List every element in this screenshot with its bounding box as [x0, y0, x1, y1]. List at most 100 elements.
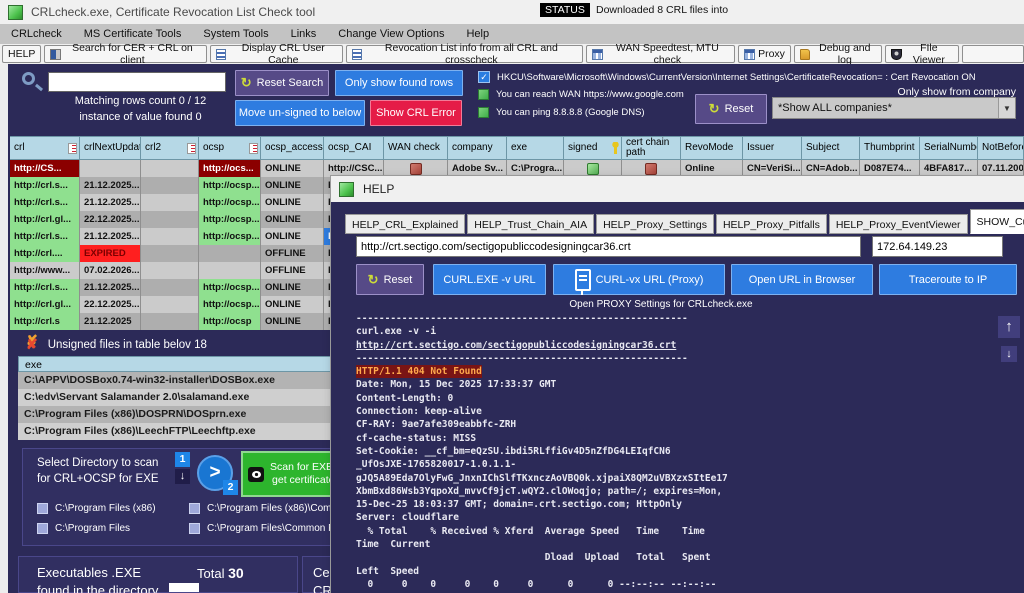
table-cell[interactable]: ONLINE	[261, 211, 324, 228]
table-cell[interactable]: D087E74...	[860, 160, 920, 177]
table-cell[interactable]	[141, 228, 199, 245]
curl-output-terminal[interactable]: ----------------------------------------…	[356, 312, 986, 593]
column-header[interactable]: Subject	[802, 136, 860, 160]
table-cell[interactable]: http://ocsp....	[199, 279, 261, 296]
table-cell[interactable]: OFFLINE	[261, 262, 324, 279]
column-header[interactable]: company	[448, 136, 507, 160]
column-header[interactable]: NotBefore	[978, 136, 1024, 160]
column-header[interactable]: ocsp_access	[261, 136, 324, 160]
table-cell[interactable]	[141, 279, 199, 296]
table-cell[interactable]: ONLINE	[261, 177, 324, 194]
column-header[interactable]: SerialNumbe	[920, 136, 978, 160]
table-cell[interactable]: http://www...	[10, 262, 80, 279]
table-cell[interactable]: http://CSC...	[324, 160, 384, 177]
table-cell[interactable]	[141, 211, 199, 228]
help-tab[interactable]: HELP_CRL_Explained	[345, 214, 465, 234]
table-cell[interactable]: http://crl.gl...	[10, 296, 80, 313]
menu-item[interactable]: Help	[455, 24, 500, 44]
table-cell[interactable]: http://crl....	[10, 245, 80, 262]
help-tab[interactable]: HELP_Trust_Chain_AIA	[467, 214, 594, 234]
menu-item[interactable]: Change View Options	[327, 24, 455, 44]
table-cell[interactable]: http://crl.s...	[10, 279, 80, 296]
table-cell[interactable]: ONLINE	[261, 296, 324, 313]
table-cell[interactable]: 21.12.2025...	[80, 228, 141, 245]
table-cell[interactable]: ONLINE	[261, 160, 324, 177]
table-cell[interactable]	[141, 245, 199, 262]
column-header[interactable]: crl2	[141, 136, 199, 160]
table-cell[interactable]: http://crl.s...	[10, 228, 80, 245]
table-cell[interactable]: http://crl.s	[10, 313, 80, 330]
table-cell[interactable]	[384, 160, 448, 177]
ip-input[interactable]	[872, 236, 1003, 257]
column-header[interactable]: ocsp_CAI	[324, 136, 384, 160]
table-row[interactable]: http://CS... http://ocs...ONLINEhttp://CS…	[10, 160, 1024, 177]
table-cell[interactable]: 07.11.2007	[978, 160, 1024, 177]
toolbar-button[interactable]: Revocation List info from all CRL and cr…	[346, 45, 583, 63]
menu-item[interactable]: MS Certificate Tools	[73, 24, 193, 44]
filter-icon[interactable]	[612, 142, 619, 154]
toolbar-button[interactable]	[962, 45, 1024, 63]
table-cell[interactable]	[141, 177, 199, 194]
table-cell[interactable]: C:\Progra...	[507, 160, 564, 177]
help-title-bar[interactable]: HELP	[331, 176, 1024, 202]
table-cell[interactable]	[199, 262, 261, 279]
table-cell[interactable]	[80, 160, 141, 177]
table-cell[interactable]: http://ocs...	[199, 160, 261, 177]
table-cell[interactable]	[141, 262, 199, 279]
table-cell[interactable]: 22.12.2025...	[80, 296, 141, 313]
table-cell[interactable]: ONLINE	[261, 194, 324, 211]
help-reset-button[interactable]: ↻ Reset	[356, 264, 424, 295]
table-cell[interactable]: http://crl.s...	[10, 177, 80, 194]
exe-file-row[interactable]: C:\Program Files (x86)\LeechFTP\Leechftp…	[18, 423, 358, 440]
checkbox[interactable]	[189, 503, 200, 514]
exe-file-row[interactable]: C:\edv\Servant Salamander 2.0\salamand.e…	[18, 389, 358, 406]
table-cell[interactable]: http://ocsp....	[199, 296, 261, 313]
scroll-down-icon[interactable]: ↓	[1001, 346, 1017, 362]
help-tab[interactable]: HELP_Proxy_Pitfalls	[716, 214, 827, 234]
toolbar-button[interactable]: HELP	[2, 45, 41, 63]
menu-item[interactable]: CRLcheck	[0, 24, 73, 44]
filter-icon[interactable]	[68, 143, 77, 154]
reset-company-filter-button[interactable]: ↻ Reset	[695, 94, 767, 124]
directory-option[interactable]: C:\Program Files	[37, 523, 175, 534]
column-header[interactable]: Issuer	[743, 136, 802, 160]
column-header[interactable]: exe	[507, 136, 564, 160]
table-cell[interactable]: ONLINE	[261, 313, 324, 330]
table-cell[interactable]: ONLINE	[261, 228, 324, 245]
column-header[interactable]: Thumbprint	[860, 136, 920, 160]
toolbar-button[interactable]: Search for CER + CRL on client	[44, 45, 207, 63]
table-cell[interactable]: http://CS...	[10, 160, 80, 177]
move-unsigned-button[interactable]: Move un-signed to below	[235, 100, 365, 126]
reset-search-button[interactable]: ↻ Reset Search	[235, 70, 329, 96]
checkbox[interactable]	[37, 523, 48, 534]
open-url-browser-button[interactable]: Open URL in Browser	[731, 264, 873, 295]
column-header[interactable]: crl	[10, 136, 80, 160]
table-cell[interactable]: Online	[681, 160, 743, 177]
exe-file-row[interactable]: C:\APPV\DOSBox0.74-win32-installer\DOSBo…	[18, 372, 358, 389]
table-cell[interactable]: http://ocsp	[199, 313, 261, 330]
column-header[interactable]: signed	[564, 136, 622, 160]
curl-proxy-button[interactable]: CURL-vx URL (Proxy)	[553, 264, 725, 295]
table-cell[interactable]	[141, 313, 199, 330]
table-cell[interactable]: CN=VeriSi...	[743, 160, 802, 177]
exe-column-header[interactable]: exe	[18, 356, 358, 372]
traceroute-button[interactable]: Traceroute to IP	[879, 264, 1017, 295]
help-tab[interactable]: HELP_Proxy_EventViewer	[829, 214, 968, 234]
table-cell[interactable]: 21.12.2025...	[80, 279, 141, 296]
table-cell[interactable]: CN=Adob...	[802, 160, 860, 177]
toolbar-button[interactable]: Debug and log	[794, 45, 882, 63]
search-input[interactable]	[48, 72, 226, 92]
column-header[interactable]: cert chain path	[622, 136, 681, 160]
table-cell[interactable]: Adobe Sv...	[448, 160, 507, 177]
column-header[interactable]: crlNextUpdat	[80, 136, 141, 160]
help-tab[interactable]: SHOW_Curl	[970, 209, 1024, 234]
table-cell[interactable]: 07.02.2026...	[80, 262, 141, 279]
directory-option[interactable]: C:\Program Files (x86)	[37, 503, 175, 514]
scroll-up-icon[interactable]: ↑	[998, 316, 1020, 338]
table-cell[interactable]	[141, 194, 199, 211]
table-cell[interactable]: 21.12.2025...	[80, 194, 141, 211]
table-cell[interactable]	[141, 160, 199, 177]
table-cell[interactable]: http://crl.s...	[10, 194, 80, 211]
show-crl-error-button[interactable]: Show CRL Error	[370, 100, 462, 126]
table-cell[interactable]: OFFLINE	[261, 245, 324, 262]
